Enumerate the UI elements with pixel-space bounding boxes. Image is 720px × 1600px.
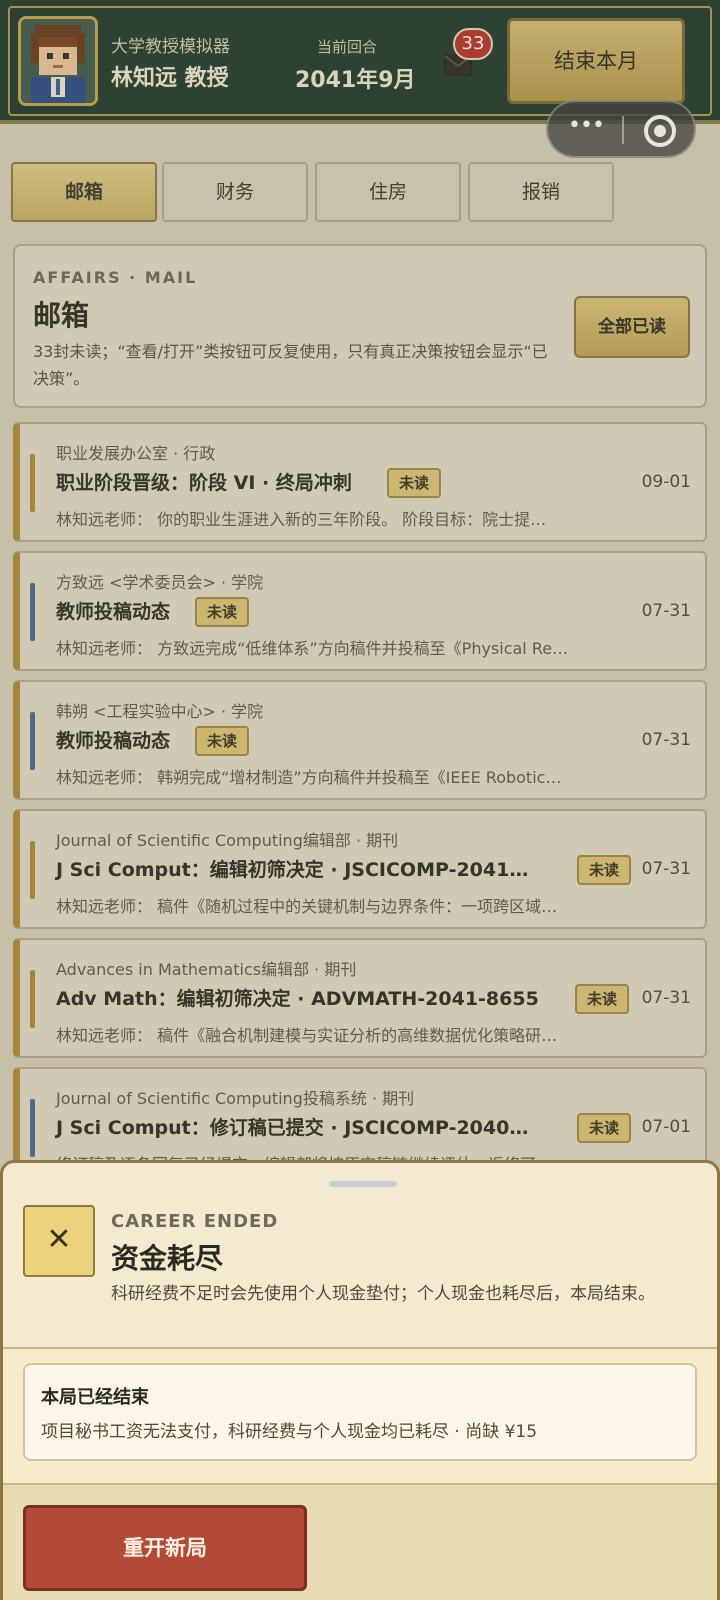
- sheet-drag-handle[interactable]: [329, 1181, 397, 1187]
- game-over-card: 本局已经结束 项目秘书工资无法支付，科研经费与个人现金均已耗尽 · 尚缺 ¥15: [23, 1363, 697, 1461]
- sheet-header: ✕ CAREER ENDED 资金耗尽 科研经费不足时会先使用个人现金垫付；个人…: [3, 1191, 717, 1349]
- sheet-footer: 重开新局: [3, 1485, 717, 1600]
- sheet-eyebrow: CAREER ENDED: [111, 1211, 279, 1232]
- sheet-body: 本局已经结束 项目秘书工资无法支付，科研经费与个人现金均已耗尽 · 尚缺 ¥15: [3, 1349, 717, 1485]
- close-icon[interactable]: ✕: [23, 1205, 95, 1277]
- career-ended-sheet: ✕ CAREER ENDED 资金耗尽 科研经费不足时会先使用个人现金垫付；个人…: [0, 1160, 720, 1600]
- restart-button[interactable]: 重开新局: [23, 1505, 307, 1591]
- game-over-description: 项目秘书工资无法支付，科研经费与个人现金均已耗尽 · 尚缺 ¥15: [41, 1422, 538, 1442]
- sheet-description: 科研经费不足时会先使用个人现金垫付；个人现金也耗尽后，本局结束。: [111, 1284, 655, 1304]
- game-over-title: 本局已经结束: [41, 1387, 149, 1408]
- sheet-title: 资金耗尽: [111, 1242, 224, 1275]
